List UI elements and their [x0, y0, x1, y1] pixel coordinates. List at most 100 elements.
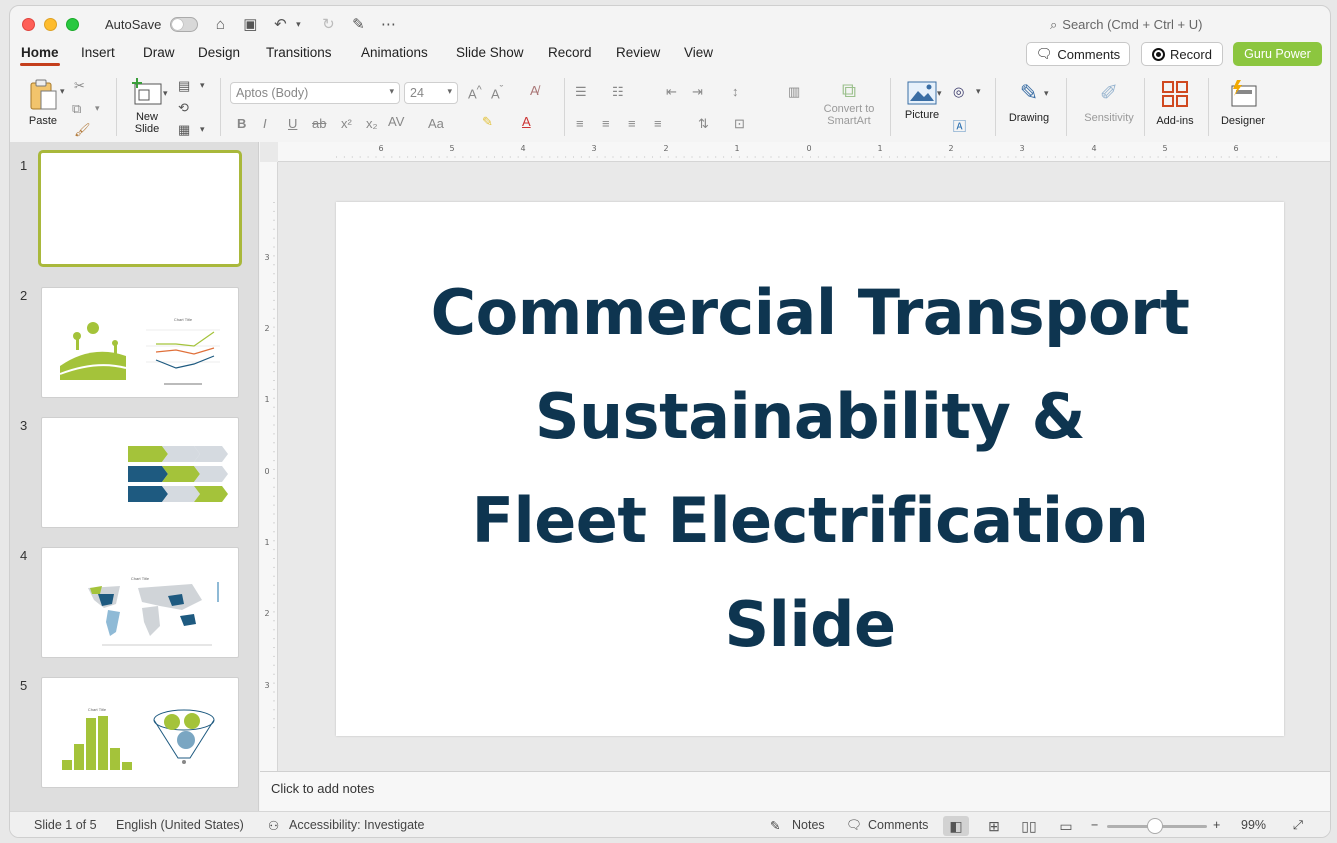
zoom-out-icon[interactable]: − — [1091, 818, 1098, 832]
comments-toggle[interactable]: Comments — [868, 818, 928, 832]
new-slide-dropdown-icon[interactable]: ▾ — [163, 88, 168, 99]
section-dropdown-icon[interactable]: ▾ — [200, 124, 205, 135]
increase-indent-icon[interactable]: ⇥ — [692, 84, 703, 100]
minimize-window-button[interactable] — [44, 17, 57, 31]
slide-sorter-icon[interactable]: ⊞ — [981, 816, 1007, 836]
zoom-level[interactable]: 99% — [1241, 818, 1266, 832]
tab-review[interactable]: Review — [616, 45, 660, 60]
align-text-icon[interactable]: ⊡ — [734, 116, 745, 132]
notes-icon[interactable]: ✎ — [770, 818, 780, 833]
tab-design[interactable]: Design — [198, 45, 240, 60]
close-window-button[interactable] — [22, 17, 35, 31]
designer-button[interactable]: Designer — [1214, 80, 1272, 127]
slideshow-icon[interactable]: ▭ — [1053, 816, 1079, 836]
undo-icon[interactable]: ↶ — [272, 15, 288, 33]
tab-record[interactable]: Record — [548, 45, 592, 60]
tab-transitions[interactable]: Transitions — [266, 45, 332, 60]
record-button[interactable]: Record — [1141, 42, 1223, 66]
undo-dropdown-icon[interactable]: ▾ — [290, 19, 306, 30]
bold-icon[interactable]: B — [237, 116, 246, 131]
comment-icon[interactable]: 🗨 — [846, 818, 862, 833]
textbox-icon[interactable]: 🄰 — [953, 116, 966, 135]
bullets-icon[interactable]: ☰ — [575, 84, 587, 100]
copy-icon[interactable]: ⧉ — [72, 101, 81, 117]
decrease-indent-icon[interactable]: ⇤ — [666, 84, 677, 100]
accessibility-status[interactable]: Accessibility: Investigate — [289, 818, 424, 832]
shapes-icon[interactable]: ◎ — [953, 84, 964, 100]
slide-title-line-1[interactable]: Commercial Transport — [431, 261, 1190, 365]
cut-icon[interactable]: ✂ — [74, 78, 85, 94]
slide-title-line-4[interactable]: Slide — [724, 573, 896, 677]
guru-power-button[interactable]: Guru Power — [1233, 42, 1322, 66]
language[interactable]: English (United States) — [116, 818, 244, 832]
customize-icon[interactable]: ✎ — [350, 15, 366, 33]
thumbnail-slide-1[interactable] — [38, 150, 242, 267]
clear-format-icon[interactable]: A̸ — [530, 83, 539, 98]
notes-pane[interactable]: Click to add notes — [260, 771, 1330, 811]
columns-icon[interactable]: ▥ — [788, 84, 800, 100]
drawing-dropdown-icon[interactable]: ▾ — [1044, 88, 1049, 99]
drawing-button[interactable]: ✎ Drawing — [1002, 80, 1056, 124]
thumbnail-slide-3[interactable] — [41, 417, 239, 528]
highlight-icon[interactable]: ✎ — [482, 114, 493, 130]
shapes-dropdown-icon[interactable]: ▾ — [976, 86, 981, 97]
font-color-icon[interactable]: A — [522, 114, 531, 129]
slide-title-line-3[interactable]: Fleet Electrification — [472, 469, 1149, 573]
change-case-icon[interactable]: Aa — [428, 116, 444, 131]
slide-title-line-2[interactable]: Sustainability & — [535, 365, 1086, 469]
section-icon[interactable]: ▦ — [178, 122, 190, 138]
tab-draw[interactable]: Draw — [143, 45, 175, 60]
underline-icon[interactable]: U — [288, 116, 297, 131]
slide-canvas[interactable]: Commercial Transport Sustainability & Fl… — [336, 202, 1284, 736]
sensitivity-button[interactable]: ✐ Sensitivity — [1076, 80, 1142, 124]
line-spacing-icon[interactable]: ↕ — [732, 84, 739, 99]
align-center-icon[interactable]: ≡ — [602, 116, 610, 131]
new-slide-button[interactable]: New Slide — [124, 78, 170, 135]
font-size-select[interactable]: 24 ▾ — [404, 82, 458, 104]
thumbnail-slide-2[interactable]: Chart Title — [41, 287, 239, 398]
justify-icon[interactable]: ≡ — [654, 116, 662, 131]
format-painter-icon[interactable]: 🖌 — [74, 122, 91, 138]
char-spacing-icon[interactable]: AV — [388, 114, 404, 129]
italic-icon[interactable]: I — [263, 116, 267, 131]
numbering-icon[interactable]: ☷ — [612, 84, 624, 100]
picture-dropdown-icon[interactable]: ▾ — [937, 88, 942, 99]
addins-button[interactable]: Add-ins — [1150, 80, 1200, 127]
layout-dropdown-icon[interactable]: ▾ — [200, 80, 205, 91]
thumbnail-slide-5[interactable]: Chart Title — [41, 677, 239, 788]
strikethrough-icon[interactable]: ab — [312, 116, 326, 131]
reading-view-icon[interactable]: ▯▯ — [1016, 816, 1042, 836]
paste-dropdown-icon[interactable]: ▾ — [60, 86, 65, 97]
picture-button[interactable]: Picture — [899, 80, 945, 121]
align-right-icon[interactable]: ≡ — [628, 116, 636, 131]
copy-dropdown-icon[interactable]: ▾ — [95, 103, 100, 114]
autosave-toggle[interactable] — [170, 16, 199, 32]
more-icon[interactable]: ⋯ — [380, 15, 396, 33]
tab-insert[interactable]: Insert — [81, 45, 115, 60]
fit-to-window-icon[interactable]: ⤢ — [1293, 818, 1303, 833]
tab-view[interactable]: View — [684, 45, 713, 60]
comments-button[interactable]: 🗨 Comments — [1026, 42, 1130, 66]
increase-font-icon[interactable]: A^ — [468, 84, 482, 101]
redo-icon[interactable]: ↻ — [320, 15, 336, 33]
search-box[interactable]: ⌕ Search (Cmd + Ctrl + U) — [1050, 17, 1202, 33]
text-direction-icon[interactable]: ⇅ — [698, 116, 709, 132]
thumbnail-slide-4[interactable]: Chart Title — [41, 547, 239, 658]
normal-view-icon[interactable]: ◧ — [943, 816, 969, 836]
accessibility-icon[interactable]: ⚇ — [268, 818, 279, 833]
zoom-in-icon[interactable]: + — [1213, 818, 1220, 832]
tab-home[interactable]: Home — [20, 45, 60, 66]
align-left-icon[interactable]: ≡ — [576, 116, 584, 131]
tab-animations[interactable]: Animations — [361, 45, 428, 60]
zoom-window-button[interactable] — [66, 17, 79, 31]
decrease-font-icon[interactable]: Aˇ — [491, 84, 503, 101]
convert-smartart-button[interactable]: ⧉ Convert to SmartArt — [818, 80, 880, 127]
zoom-slider-knob[interactable] — [1147, 818, 1163, 834]
save-icon[interactable]: ▣ — [242, 15, 258, 33]
tab-slide-show[interactable]: Slide Show — [456, 45, 524, 60]
layout-icon[interactable]: ▤ — [178, 78, 190, 94]
reset-icon[interactable]: ⟲ — [178, 100, 189, 116]
subscript-icon[interactable]: x₂ — [366, 116, 378, 131]
superscript-icon[interactable]: x² — [341, 116, 352, 131]
home-icon[interactable]: ⌂ — [212, 16, 228, 33]
